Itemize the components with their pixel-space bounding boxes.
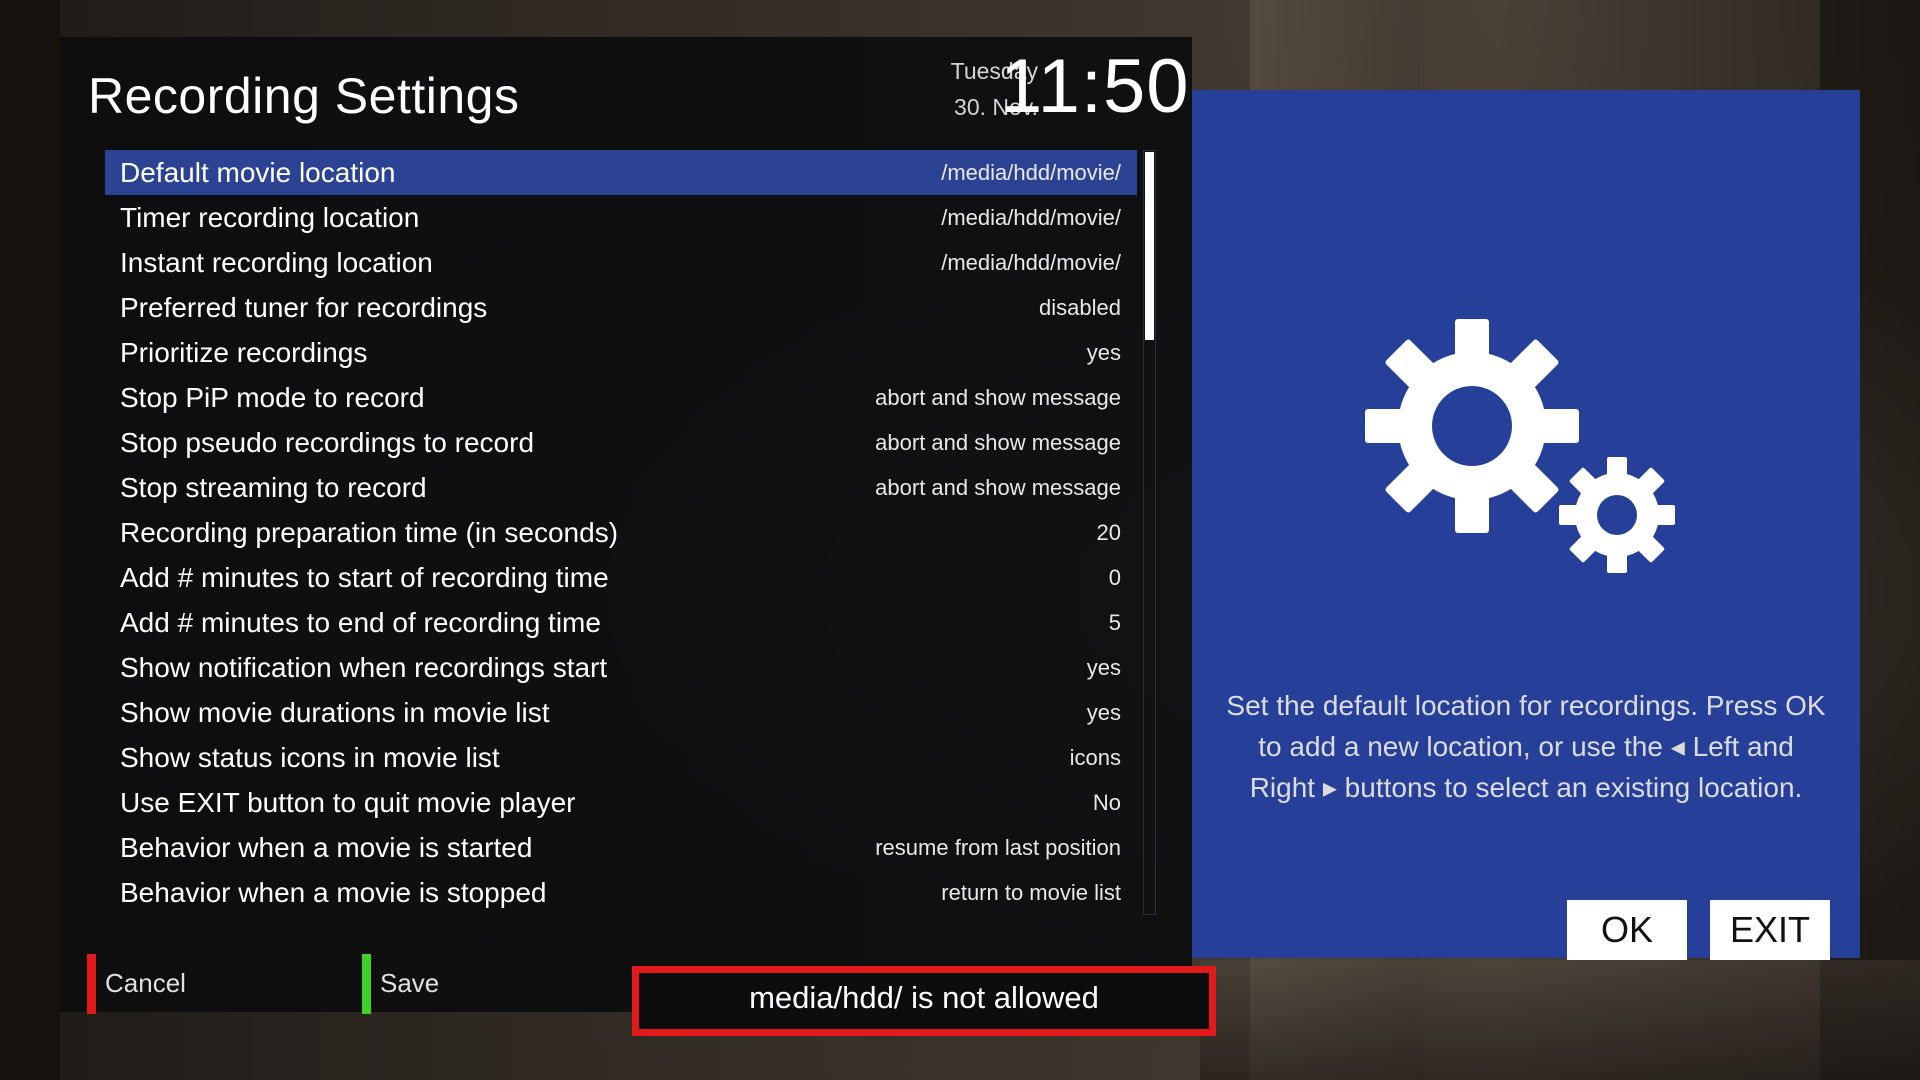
setting-label: Stop PiP mode to record (120, 382, 425, 413)
setting-row[interactable]: Stop PiP mode to record abort and show me… (105, 375, 1137, 420)
setting-value: 5 (1108, 610, 1121, 635)
scrollbar-thumb[interactable] (1145, 152, 1154, 340)
setting-row[interactable]: Preferred tuner for recordings disabled (105, 285, 1137, 330)
setting-row[interactable]: Use EXIT button to quit movie player No (105, 780, 1137, 825)
setting-value: yes (1086, 655, 1121, 680)
settings-list: Default movie location/media/hdd/movie/T… (105, 150, 1137, 915)
setting-label: Add # minutes to end of recording time (120, 607, 601, 638)
setting-value: /media/hdd/movie/ (941, 250, 1121, 275)
setting-row[interactable]: Stop streaming to record abort and show m… (105, 465, 1137, 510)
setting-value: yes (1086, 340, 1121, 365)
scrollbar[interactable] (1143, 150, 1156, 915)
setting-row[interactable]: Show notification when recordings start y… (105, 645, 1137, 690)
page-title: Recording Settings (88, 68, 520, 124)
setting-row[interactable]: Show movie durations in movie list yes (105, 690, 1137, 735)
setting-label: Stop pseudo recordings to record (120, 427, 535, 458)
setting-label: Behavior when a movie is started (120, 832, 533, 863)
setting-value: abort and show message (875, 475, 1121, 500)
setting-row[interactable]: Recording preparation time (in seconds) 2… (105, 510, 1137, 555)
setting-label: Preferred tuner for recordings (120, 292, 488, 323)
setting-row[interactable]: Timer recording location/media/hdd/movie… (105, 195, 1137, 240)
error-message: media/hdd/ is not allowed (749, 980, 1099, 1015)
setting-row[interactable]: Behavior when a movie is started resume f… (105, 825, 1137, 870)
setting-value: 20 (1096, 520, 1121, 545)
setting-label: Show notification when recordings start (120, 652, 608, 683)
setting-value: icons (1069, 745, 1121, 770)
setting-row[interactable]: Add # minutes to end of recording time 5 (105, 600, 1137, 645)
clock: 11:50 (1000, 44, 1190, 129)
setting-label: Stop streaming to record (120, 472, 427, 503)
setting-row[interactable]: Default movie location/media/hdd/movie/ (105, 150, 1137, 195)
setting-label: Recording preparation time (in seconds) (120, 517, 619, 548)
setting-value: yes (1086, 700, 1121, 725)
gears-icon (1365, 319, 1675, 573)
setting-row[interactable]: Stop pseudo recordings to record abort an… (105, 420, 1137, 465)
exit-button[interactable]: EXIT (1710, 900, 1830, 960)
setting-label: Add # minutes to start of recording time (120, 562, 609, 593)
background-video-left (0, 0, 60, 1080)
setting-row[interactable]: Add # minutes to start of recording time… (105, 555, 1137, 600)
error-message-box: media/hdd/ is not allowed (632, 966, 1216, 1036)
settings-panel: Recording Settings Tuesday 30. Nov. 11:5… (60, 37, 1216, 1036)
setting-value: disabled (1039, 295, 1121, 320)
background-video-floor (1200, 960, 1920, 1080)
setting-row[interactable]: Show status icons in movie list icons (105, 735, 1137, 780)
setting-label: Default movie location (120, 157, 396, 188)
setting-value: 0 (1108, 565, 1121, 590)
setting-label: Behavior when a movie is stopped (120, 877, 547, 908)
help-text: Set the default location for recordings.… (1226, 690, 1826, 803)
setting-label: Show status icons in movie list (120, 742, 500, 773)
setting-row[interactable]: Behavior when a movie is stopped return t… (105, 870, 1137, 915)
setting-value: return to movie list (941, 880, 1121, 905)
setting-value: /media/hdd/movie/ (941, 205, 1121, 230)
setting-label: Show movie durations in movie list (120, 697, 550, 728)
help-panel: Set the default location for recordings.… (1192, 90, 1860, 960)
setting-value: No (1092, 790, 1121, 815)
setting-row[interactable]: Prioritize recordings yes (105, 330, 1137, 375)
save-label: Save (380, 968, 440, 998)
setting-label: Use EXIT button to quit movie player (120, 787, 576, 818)
setting-value: resume from last position (875, 835, 1121, 860)
setting-row[interactable]: Instant recording location/media/hdd/mov… (105, 240, 1137, 285)
setting-label: Instant recording location (120, 247, 433, 278)
setting-value: abort and show message (875, 430, 1121, 455)
setting-label: Timer recording location (120, 202, 420, 233)
cancel-label: Cancel (105, 968, 186, 998)
red-key-indicator (87, 954, 96, 1014)
green-key-indicator (362, 954, 371, 1014)
setting-value: abort and show message (875, 385, 1121, 410)
ok-button[interactable]: OK (1567, 900, 1687, 960)
setting-value: /media/hdd/movie/ (941, 160, 1121, 185)
setting-label: Prioritize recordings (120, 337, 368, 368)
